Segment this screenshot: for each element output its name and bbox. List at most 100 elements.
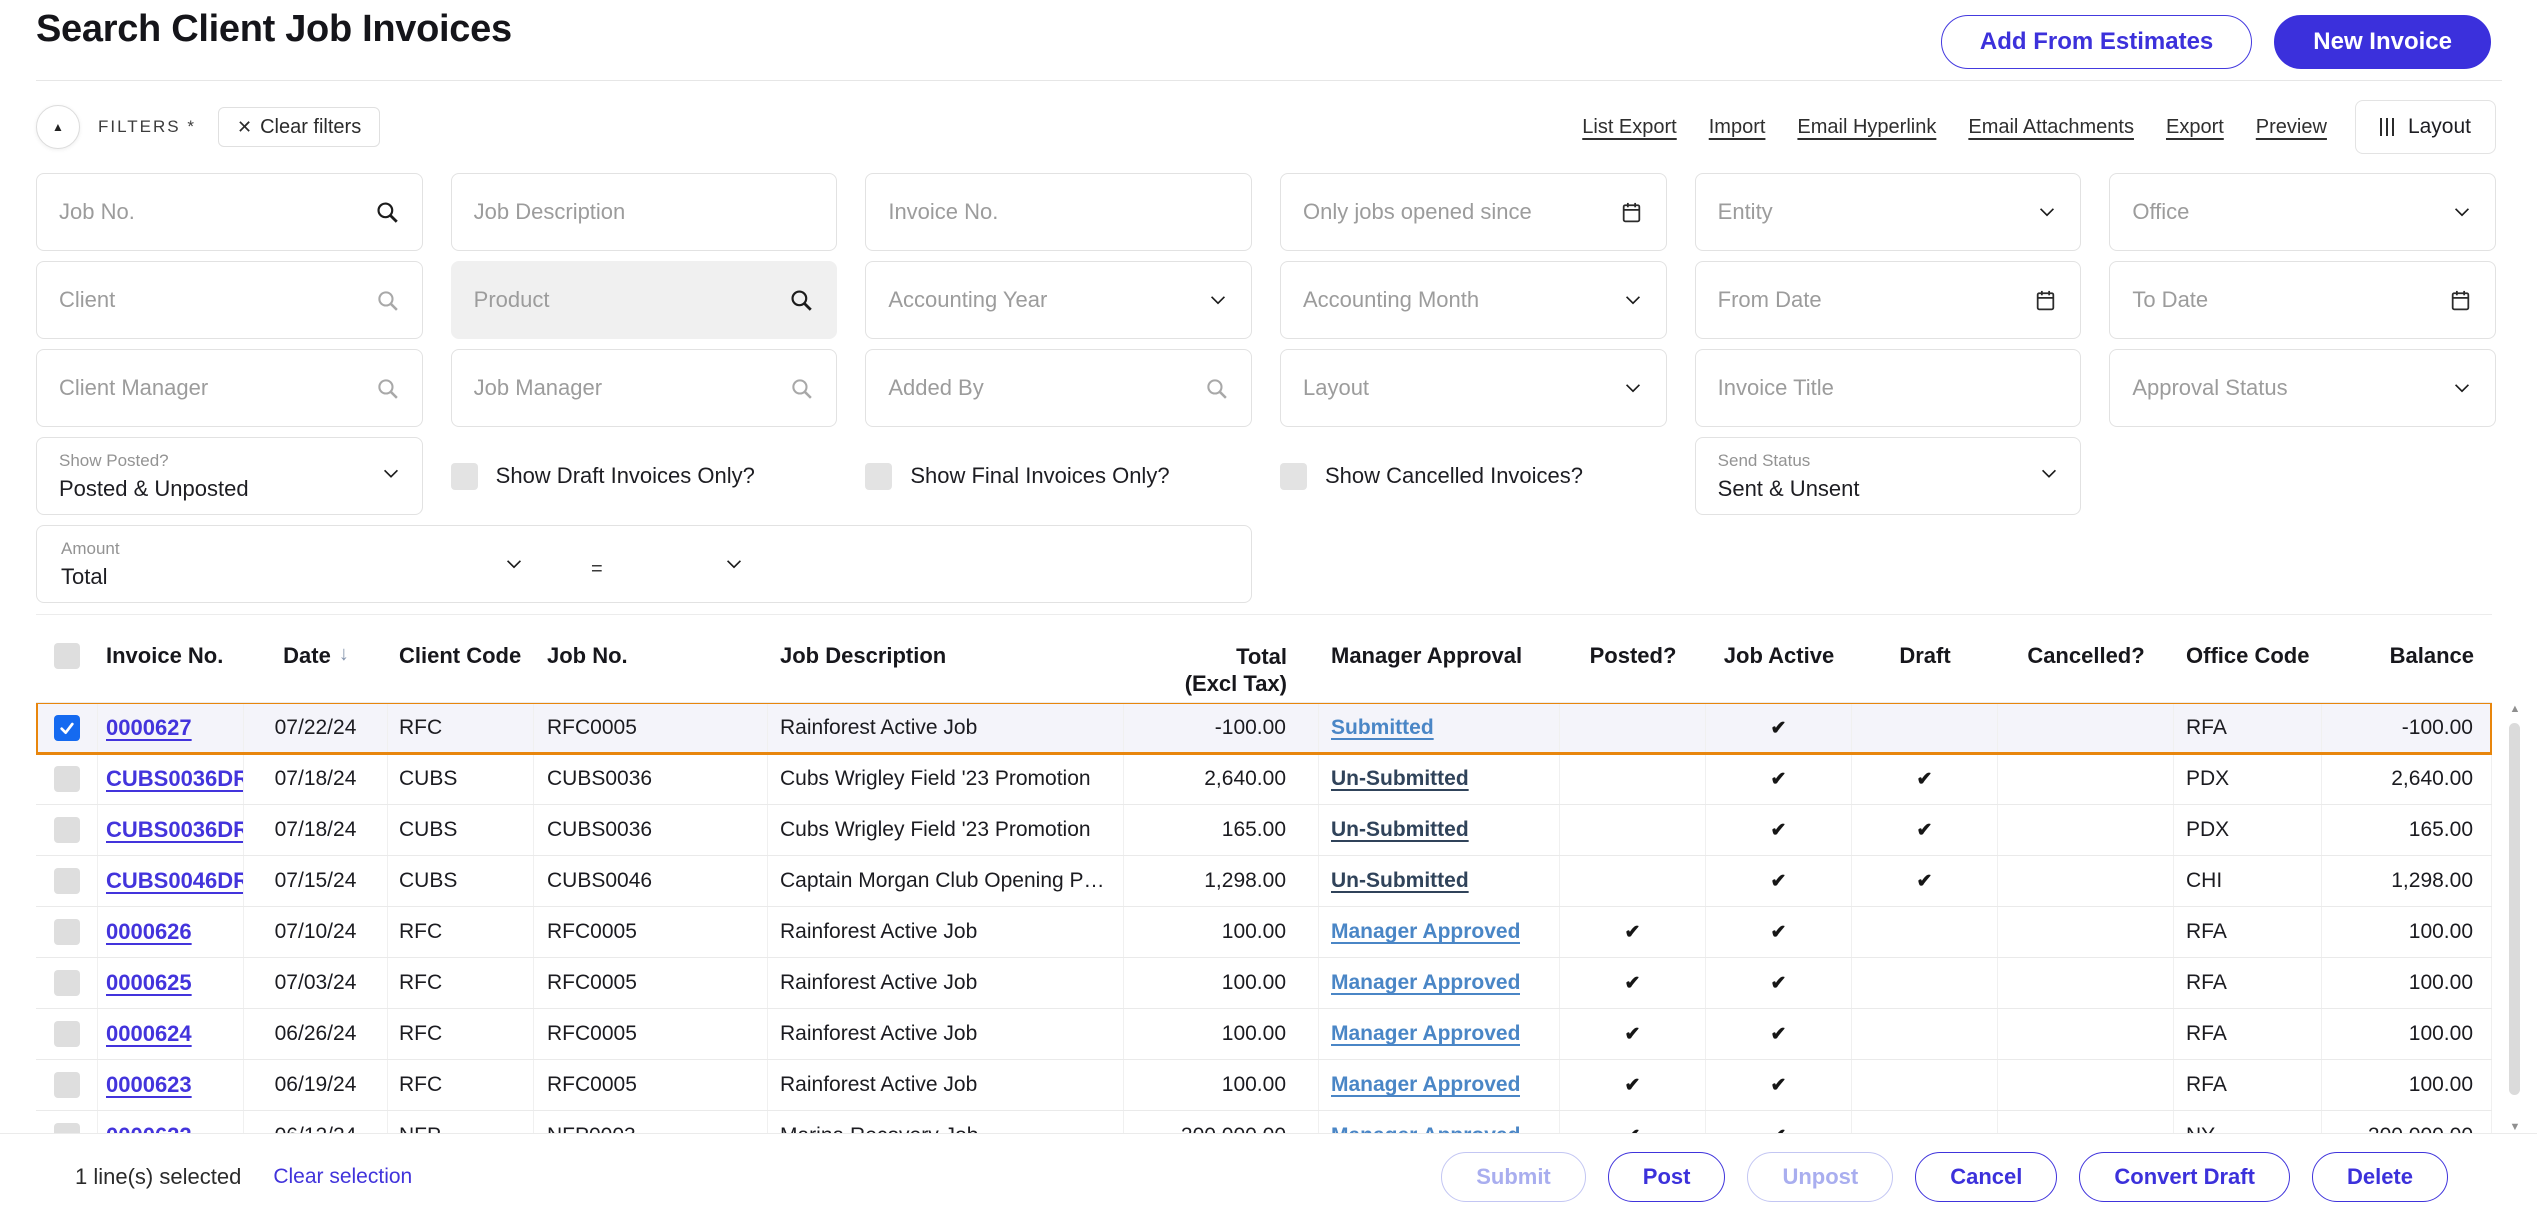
table-row[interactable]: 0000623 06/19/24 RFC RFC0005 Rainforest …: [36, 1060, 2492, 1111]
approval-status-select[interactable]: [2132, 375, 2439, 401]
chevron-down-icon[interactable]: [723, 553, 745, 575]
checkbox-unchecked[interactable]: [865, 462, 893, 490]
manager-approval-link[interactable]: Un-Submitted: [1331, 767, 1469, 791]
invoice-link[interactable]: CUBS0036DR: [106, 817, 243, 843]
table-row[interactable]: CUBS0036DR 07/18/24 CUBS CUBS0036 Cubs W…: [36, 754, 2492, 805]
filter-client-manager[interactable]: [36, 349, 423, 427]
row-checkbox[interactable]: [53, 766, 80, 792]
row-checkbox[interactable]: [53, 868, 80, 894]
manager-approval-link[interactable]: Manager Approved: [1331, 971, 1520, 995]
cancel-button[interactable]: Cancel: [1915, 1152, 2058, 1202]
amount-type[interactable]: Amount Total: [61, 539, 491, 590]
scrollbar-thumb[interactable]: [2509, 723, 2520, 1095]
search-icon[interactable]: [788, 287, 814, 313]
submit-button[interactable]: Submit: [1441, 1152, 1586, 1202]
job-description-input[interactable]: [473, 199, 815, 225]
sort-descending-icon[interactable]: ↓: [339, 643, 349, 666]
new-invoice-button[interactable]: New Invoice: [2274, 15, 2491, 69]
invoice-link[interactable]: 0000627: [106, 715, 192, 741]
row-checkbox[interactable]: [53, 970, 80, 996]
job-no-input[interactable]: [59, 199, 362, 225]
import-link[interactable]: Import: [1709, 116, 1766, 139]
header-job-no[interactable]: Job No.: [534, 615, 768, 702]
filter-from-date[interactable]: [1694, 261, 2082, 339]
row-checkbox[interactable]: [53, 919, 80, 945]
header-job-active[interactable]: Job Active: [1706, 615, 1852, 702]
filter-accounting-year[interactable]: [865, 261, 1252, 339]
added-by-input[interactable]: [888, 375, 1192, 401]
accounting-month-select[interactable]: [1302, 287, 1610, 313]
convert-draft-button[interactable]: Convert Draft: [2079, 1152, 2290, 1202]
invoice-link[interactable]: CUBS0036DR: [106, 766, 243, 792]
filter-invoice-title[interactable]: [1694, 349, 2082, 427]
filter-entity[interactable]: [1694, 173, 2082, 251]
header-office-code[interactable]: Office Code: [2174, 615, 2322, 702]
layout-button[interactable]: Layout: [2354, 100, 2496, 154]
chevron-down-icon[interactable]: [1207, 289, 1229, 311]
clear-filters-button[interactable]: ✕ Clear filters: [217, 107, 381, 147]
chevron-down-icon[interactable]: [380, 463, 402, 490]
filter-job-no[interactable]: [36, 173, 423, 251]
invoice-link[interactable]: 0000625: [106, 970, 192, 996]
filter-invoice-no[interactable]: [865, 173, 1252, 251]
filter-layout[interactable]: [1279, 349, 1667, 427]
scroll-down-icon[interactable]: ▼: [2504, 1121, 2526, 1133]
filter-office[interactable]: [2109, 173, 2496, 251]
chevron-down-icon[interactable]: [2451, 201, 2473, 223]
manager-approval-link[interactable]: Manager Approved: [1331, 920, 1520, 944]
header-client-code[interactable]: Client Code: [388, 615, 534, 702]
search-icon[interactable]: [1204, 376, 1229, 401]
unpost-button[interactable]: Unpost: [1747, 1152, 1894, 1202]
email-hyperlink-link[interactable]: Email Hyperlink: [1797, 116, 1936, 139]
accounting-year-select[interactable]: [888, 287, 1195, 313]
select-all-checkbox[interactable]: [54, 643, 80, 669]
filter-job-manager[interactable]: [450, 349, 838, 427]
manager-approval-link[interactable]: Un-Submitted: [1331, 818, 1469, 842]
calendar-icon[interactable]: [2448, 288, 2473, 313]
table-row[interactable]: 0000626 07/10/24 RFC RFC0005 Rainforest …: [36, 907, 2492, 958]
table-scrollbar[interactable]: ▲ ▼: [2504, 703, 2526, 1133]
add-from-estimates-button[interactable]: Add From Estimates: [1940, 15, 2253, 69]
show-final-invoices-checkbox[interactable]: Show Final Invoices Only?: [865, 437, 1252, 515]
header-cancelled[interactable]: Cancelled?: [1998, 615, 2174, 702]
filter-amount[interactable]: Amount Total =: [36, 525, 1252, 603]
to-date-input[interactable]: [2132, 287, 2436, 313]
header-total-excl-tax[interactable]: Total (Excl Tax): [1124, 615, 1319, 702]
table-row[interactable]: 0000625 07/03/24 RFC RFC0005 Rainforest …: [36, 958, 2492, 1009]
filter-accounting-month[interactable]: [1279, 261, 1667, 339]
job-manager-input[interactable]: [473, 375, 778, 401]
filter-show-posted[interactable]: Show Posted? Posted & Unposted: [36, 437, 423, 515]
layout-select[interactable]: [1302, 375, 1610, 401]
chevron-down-icon[interactable]: [2451, 377, 2473, 399]
delete-button[interactable]: Delete: [2311, 1152, 2448, 1202]
chevron-down-icon[interactable]: [1622, 377, 1644, 399]
filter-approval-status[interactable]: [2109, 349, 2496, 427]
row-checkbox[interactable]: [53, 1072, 80, 1098]
checkbox-unchecked[interactable]: [450, 462, 478, 490]
table-row[interactable]: 0000624 06/26/24 RFC RFC0005 Rainforest …: [36, 1009, 2492, 1060]
calendar-icon[interactable]: [1619, 200, 1644, 225]
header-manager-approval[interactable]: Manager Approval: [1319, 615, 1560, 702]
filter-send-status[interactable]: Send Status Sent & Unsent: [1694, 437, 2082, 515]
filter-job-description[interactable]: [450, 173, 838, 251]
search-icon[interactable]: [374, 199, 400, 225]
invoice-link[interactable]: 0000626: [106, 919, 192, 945]
amount-operator[interactable]: =: [591, 558, 603, 581]
manager-approval-link[interactable]: Manager Approved: [1331, 1022, 1520, 1046]
scroll-up-icon[interactable]: ▲: [2504, 703, 2526, 715]
chevron-down-icon[interactable]: [503, 553, 525, 575]
header-date[interactable]: Date ↓: [244, 615, 388, 702]
invoice-title-input[interactable]: [1717, 375, 2059, 401]
invoice-link[interactable]: 0000624: [106, 1021, 192, 1047]
table-row-partial[interactable]: 0000622 06/12/24 NFP NFP0003 Marina Reco…: [36, 1111, 2492, 1134]
header-draft[interactable]: Draft: [1852, 615, 1998, 702]
filter-product[interactable]: [450, 261, 838, 339]
chevron-down-icon[interactable]: [2038, 463, 2060, 490]
checkbox-unchecked[interactable]: [1279, 462, 1307, 490]
search-icon[interactable]: [375, 376, 400, 401]
client-input[interactable]: [59, 287, 363, 313]
email-attachments-link[interactable]: Email Attachments: [1968, 116, 2134, 139]
table-row-selected[interactable]: 0000627 07/22/24 RFC RFC0005 Rainforest …: [36, 703, 2492, 755]
search-icon[interactable]: [375, 288, 400, 313]
office-select[interactable]: [2132, 199, 2439, 225]
